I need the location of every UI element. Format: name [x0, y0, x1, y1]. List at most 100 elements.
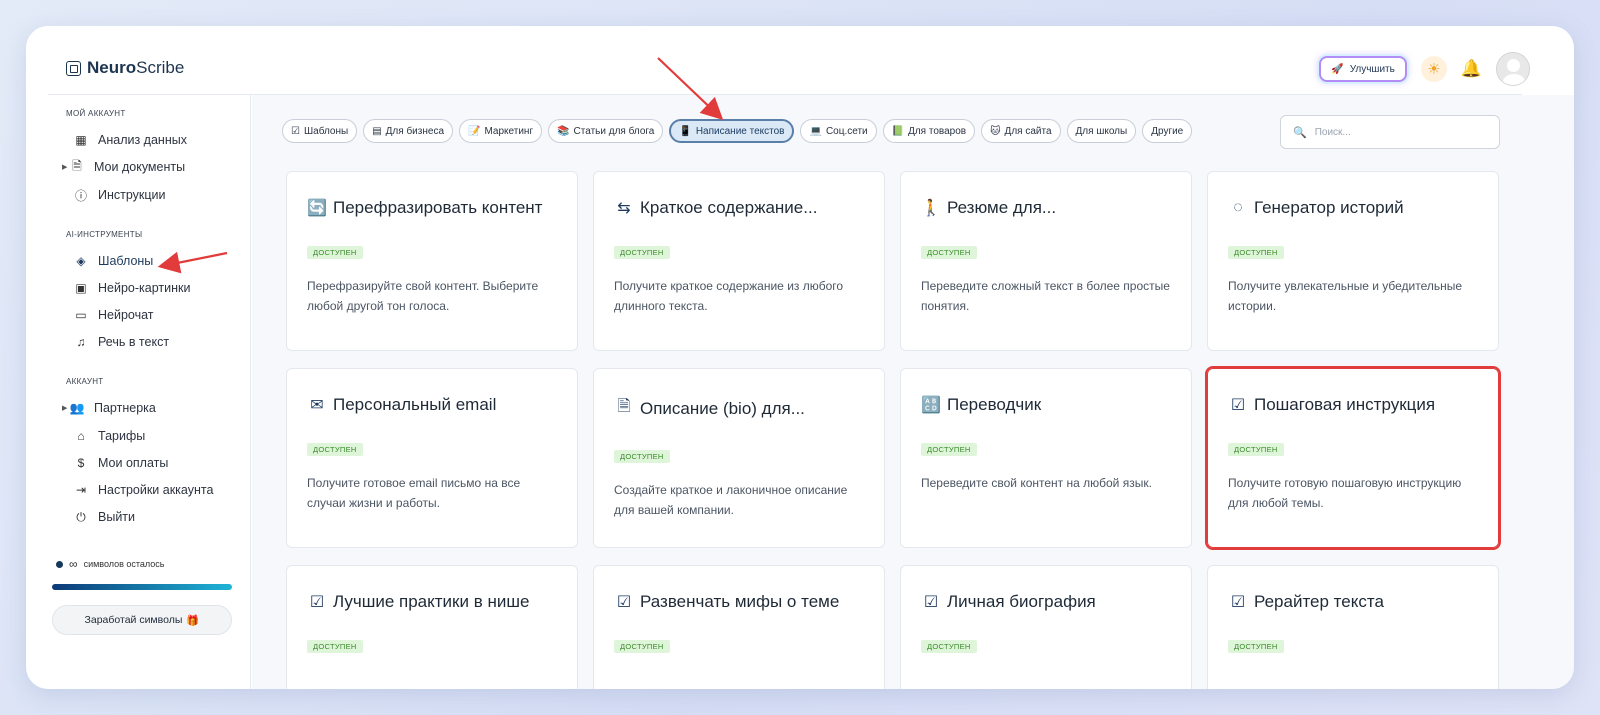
earn-symbols-button[interactable]: Заработай символы 🎁	[52, 605, 232, 635]
card-description: Получите готовое email письмо на все слу…	[307, 476, 521, 510]
chip-website[interactable]: 🐱 Для сайта	[981, 119, 1061, 143]
chip-business[interactable]: ▤ Для бизнеса	[363, 119, 454, 143]
card-description: Получите краткое содержание из любого дл…	[614, 279, 844, 313]
top-header: NeuroScribe 🚀 Улучшить ☀ 🔔	[26, 26, 1574, 96]
upgrade-button[interactable]: 🚀 Улучшить	[1319, 56, 1407, 82]
translate-icon: 🔠	[921, 397, 941, 414]
sidebar-item-payments[interactable]: $ Мои оплаты	[66, 454, 169, 472]
status-badge: ДОСТУПЕН	[307, 246, 363, 259]
search-icon: 🔍	[1293, 126, 1307, 139]
app-logo[interactable]: NeuroScribe	[66, 58, 184, 78]
card-description: Создайте краткое и лаконичное описание д…	[614, 483, 848, 517]
sidebar-item-speech-to-text[interactable]: ♫ Речь в текст	[66, 333, 170, 351]
logo-text: Scribe	[136, 58, 185, 77]
bell-icon[interactable]: 🔔	[1461, 59, 1482, 79]
chip-marketing[interactable]: 📝 Маркетинг	[459, 119, 543, 143]
symbols-remaining: ∞ символов осталось	[56, 557, 164, 571]
template-card[interactable]: 🚶 Резюме для... ДОСТУПЕН Переведите сложный…	[900, 171, 1192, 351]
template-card[interactable]: 🔄 Перефразировать контент ДОСТУПЕН Перефраз…	[286, 171, 578, 351]
sidebar-item-my-documents[interactable]: ▶ 🗎 Мои документы	[62, 158, 185, 176]
symbols-progress-fill	[52, 584, 232, 590]
power-icon: ⏻	[76, 509, 86, 524]
chip-templates[interactable]: ☑ Шаблоны	[282, 119, 358, 143]
template-card[interactable]: ☑ Рерайтер текста ДОСТУПЕН	[1207, 565, 1499, 689]
status-badge: ДОСТУПЕН	[614, 450, 670, 463]
card-title: 🗎 Описание (bio) для...	[614, 395, 864, 422]
sidebar-item-partner[interactable]: ▶ 👥 Партнерка	[62, 399, 156, 417]
summary-icon: ⇆	[617, 200, 631, 217]
users-icon: 👥	[69, 401, 85, 415]
status-badge: ДОСТУПЕН	[614, 640, 670, 653]
status-badge: ДОСТУПЕН	[1228, 640, 1284, 653]
template-card[interactable]: ☑ Личная биография ДОСТУПЕН	[900, 565, 1192, 689]
chip-marketing-icon: 📝	[468, 125, 481, 137]
sidebar-item-analysis[interactable]: ▦ Анализ данных	[66, 131, 187, 149]
headphones-icon: ♫	[76, 335, 86, 349]
chip-school[interactable]: Для школы	[1066, 119, 1137, 143]
card-description: Получите увлекательные и убедительные ис…	[1228, 279, 1463, 313]
sidebar-item-templates[interactable]: ◈ Шаблоны	[66, 252, 153, 270]
app-window: NeuroScribe 🚀 Улучшить ☀ 🔔 МОЙ АККАУНТ ▦…	[26, 26, 1574, 689]
envelope-icon: ✉	[310, 397, 324, 414]
logo-icon	[66, 60, 81, 76]
sidebar: МОЙ АККАУНТ ▦ Анализ данных ▶ 🗎 Мои докумен…	[48, 95, 251, 689]
template-card[interactable]: ☑ Лучшие практики в нише ДОСТУПЕН	[286, 565, 578, 689]
sidebar-item-neuro-chat[interactable]: ▭ Нейрочат	[66, 306, 153, 324]
theme-toggle-sun-icon[interactable]: ☀	[1420, 56, 1447, 82]
template-card[interactable]: ⇆ Краткое содержание... ДОСТУПЕН Получите к…	[593, 171, 885, 351]
checkbox-icon: ☑	[1230, 594, 1246, 611]
chat-icon: ▭	[75, 308, 87, 322]
card-title: ☑ Пошаговая инструкция	[1228, 395, 1478, 415]
card-title: ◌ Генератор историй	[1228, 198, 1478, 218]
category-filter-bar: ☑ Шаблоны ▤ Для бизнеса 📝 Маркетинг 📚 Статьи дл…	[282, 119, 1193, 143]
status-badge: ДОСТУПЕН	[307, 640, 363, 653]
template-card[interactable]: 🗎 Описание (bio) для... ДОСТУПЕН Создайте к…	[593, 368, 885, 548]
section-account: АККАУНТ	[66, 377, 104, 386]
template-card[interactable]: ◌ Генератор историй ДОСТУПЕН Получите увлек…	[1207, 171, 1499, 351]
status-badge: ДОСТУПЕН	[614, 246, 670, 259]
section-my-account: МОЙ АККАУНТ	[66, 109, 126, 118]
search-placeholder: Поиск...	[1314, 126, 1351, 138]
question-icon: ⓘ	[74, 188, 87, 203]
header-actions: 🚀 Улучшить ☀ 🔔	[1319, 52, 1530, 86]
sidebar-item-tariffs[interactable]: ⌂ Тарифы	[66, 427, 145, 445]
card-title: ☑ Развенчать мифы о теме	[614, 592, 864, 612]
checkbox-icon: ☑	[309, 594, 325, 611]
expand-arrow-icon[interactable]: ▶	[62, 163, 70, 171]
chip-products-icon: 📗	[891, 125, 905, 137]
chip-blog-articles-icon: 📚	[557, 125, 570, 137]
template-card[interactable]: 🔠 Переводчик ДОСТУПЕН Переведите свой конте…	[900, 368, 1192, 548]
sidebar-item-instructions[interactable]: ⓘ Инструкции	[66, 186, 166, 204]
sidebar-item-logout[interactable]: ⏻ Выйти	[66, 508, 135, 526]
card-title: 🔄 Перефразировать контент	[307, 198, 543, 217]
chip-business-icon: ▤	[372, 125, 382, 137]
search-input[interactable]: 🔍 Поиск...	[1280, 115, 1500, 149]
image-icon: ▣	[75, 281, 87, 295]
template-card[interactable]: ☑ Развенчать мифы о теме ДОСТУПЕН	[593, 565, 885, 689]
moon-icon: ◌	[1233, 199, 1243, 216]
chip-text-writing[interactable]: 📱 Написание текстов	[669, 119, 795, 143]
chip-products[interactable]: 📗 Для товаров	[882, 119, 976, 143]
status-badge: ДОСТУПЕН	[921, 443, 977, 456]
chip-social-media[interactable]: 💻 Соц.сети	[800, 119, 877, 143]
template-card[interactable]: ✉ Персональный email ДОСТУПЕН Получите гото…	[286, 368, 578, 548]
chip-other[interactable]: Другие	[1142, 119, 1193, 143]
checkbox-icon: ☑	[616, 594, 632, 611]
sidebar-item-account-settings[interactable]: ⇥ Настройки аккаунта	[66, 481, 213, 499]
card-title: ☑ Личная биография	[921, 592, 1171, 612]
card-title: ⇆ Краткое содержание...	[614, 198, 864, 218]
gift-icon: 🎁	[186, 614, 200, 627]
grid-icon: ▦	[75, 133, 87, 147]
avatar[interactable]	[1496, 52, 1530, 86]
sidebar-item-neuro-pictures[interactable]: ▣ Нейро-картинки	[66, 279, 190, 297]
template-cards-grid: 🔄 Перефразировать контент ДОСТУПЕН Перефраз…	[286, 171, 1501, 689]
rocket-icon: 🚀	[1331, 63, 1344, 75]
chip-blog-articles[interactable]: 📚 Статьи для блога	[548, 119, 664, 143]
template-card[interactable]: ☑ Пошаговая инструкция ДОСТУПЕН Получите го…	[1205, 366, 1501, 550]
login-icon: ⇥	[75, 483, 87, 497]
dollar-icon: $	[77, 456, 85, 470]
status-dot	[56, 560, 63, 568]
person-icon: 🚶	[921, 200, 941, 217]
main-content: ☑ Шаблоны ▤ Для бизнеса 📝 Маркетинг 📚 Статьи дл…	[252, 95, 1574, 689]
status-badge: ДОСТУПЕН	[1228, 246, 1284, 259]
